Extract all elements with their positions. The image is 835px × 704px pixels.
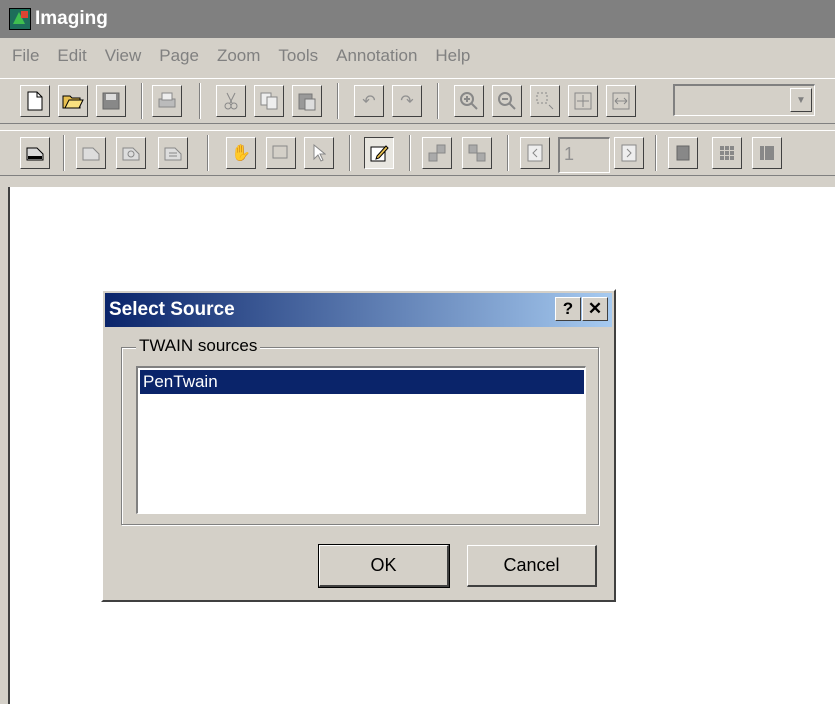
scan-icon [26, 147, 44, 161]
new-document-button[interactable] [20, 85, 50, 117]
zoom-to-selection-button[interactable] [530, 85, 560, 117]
undo-button[interactable]: ↶ [354, 85, 384, 117]
menu-view[interactable]: View [105, 46, 142, 66]
scan-new-button[interactable] [20, 137, 50, 169]
one-page-view-button[interactable] [668, 137, 698, 169]
rotate-left-icon [428, 144, 446, 162]
new-document-icon [27, 91, 43, 111]
menu-file[interactable]: File [12, 46, 39, 66]
fit-width-icon [612, 92, 630, 110]
chevron-down-icon[interactable]: ▼ [790, 88, 812, 112]
save-icon [102, 92, 120, 110]
paste-button[interactable] [292, 85, 322, 117]
open-button[interactable] [58, 85, 88, 117]
scan-append-button[interactable] [116, 137, 146, 169]
list-item[interactable]: PenTwain [140, 370, 584, 394]
menu-page[interactable]: Page [159, 46, 199, 66]
best-fit-icon [574, 92, 592, 110]
one-page-view-icon [676, 145, 690, 161]
scan-append-icon [122, 147, 140, 161]
pen-icon [370, 145, 389, 162]
toolbar-separator [507, 135, 509, 171]
app-title-bar: Imaging [0, 0, 835, 38]
previous-page-icon [527, 144, 543, 162]
dialog-title-bar: Select Source ? ✕ [105, 293, 612, 327]
toolbar-separator [409, 135, 411, 171]
window-title: Imaging [35, 8, 108, 29]
twain-sources-group: TWAIN sources PenTwain [121, 336, 599, 525]
print-icon [158, 92, 176, 108]
thumbnail-view-icon [720, 146, 734, 160]
select-rectangle-icon [272, 145, 288, 159]
thumbnail-view-button[interactable] [712, 137, 742, 169]
fit-width-button[interactable] [606, 85, 636, 117]
zoom-out-button[interactable] [492, 85, 522, 117]
menu-edit[interactable]: Edit [57, 46, 86, 66]
toolbar-separator [437, 83, 439, 119]
toolbar-separator [337, 83, 339, 119]
undo-icon: ↶ [362, 93, 376, 110]
toolbar-separator [199, 83, 201, 119]
hand-icon: ✋ [231, 145, 251, 162]
sources-listbox[interactable]: PenTwain [136, 366, 586, 514]
annotation-selection-button[interactable] [304, 137, 334, 169]
rotate-right-button[interactable] [462, 137, 492, 169]
redo-icon: ↷ [400, 93, 414, 110]
page-thumbnails-view-icon [760, 146, 774, 160]
help-button[interactable]: ? [555, 297, 581, 321]
cut-button[interactable] [216, 85, 246, 117]
imaging-toolbar: ✋ [0, 130, 835, 176]
drag-button[interactable]: ✋ [226, 137, 256, 169]
group-label: TWAIN sources [136, 336, 261, 356]
best-fit-button[interactable] [568, 85, 598, 117]
next-page-icon [621, 144, 637, 162]
menu-bar: File Edit View Page Zoom Tools Annotatio… [0, 38, 835, 74]
ok-button[interactable]: OK [318, 544, 450, 588]
paste-icon [298, 93, 316, 111]
zoom-out-icon [498, 92, 516, 110]
copy-button[interactable] [254, 85, 284, 117]
zoom-in-icon [460, 92, 478, 110]
select-source-dialog: Select Source ? ✕ TWAIN sources PenTwain… [101, 289, 616, 602]
cancel-button[interactable]: Cancel [467, 545, 597, 587]
menu-annotation[interactable]: Annotation [336, 46, 417, 66]
toolbar-separator [655, 135, 657, 171]
menu-zoom[interactable]: Zoom [217, 46, 260, 66]
page-and-thumbnails-view-button[interactable] [752, 137, 782, 169]
scan-replace-button[interactable] [158, 137, 188, 169]
zoom-combo[interactable]: ▼ [673, 84, 815, 116]
zoom-in-button[interactable] [454, 85, 484, 117]
toolbar-separator [349, 135, 351, 171]
toolbar-separator [141, 83, 143, 119]
close-button[interactable]: ✕ [582, 297, 608, 321]
annotation-toolbar-button[interactable] [364, 137, 394, 169]
toolbar-separator [63, 135, 65, 171]
toolbar-separator [207, 135, 209, 171]
previous-page-button[interactable] [520, 137, 550, 169]
print-button[interactable] [152, 85, 182, 117]
menu-tools[interactable]: Tools [278, 46, 318, 66]
open-folder-icon [62, 95, 84, 109]
redo-button[interactable]: ↷ [392, 85, 422, 117]
select-image-button[interactable] [266, 137, 296, 169]
menu-help[interactable]: Help [435, 46, 470, 66]
scan-insert-icon [82, 147, 100, 161]
rotate-right-icon [468, 144, 486, 162]
save-button[interactable] [96, 85, 126, 117]
copy-icon [260, 92, 278, 110]
scan-insert-button[interactable] [76, 137, 106, 169]
dialog-title: Select Source [109, 299, 235, 320]
cut-icon [224, 92, 238, 110]
pointer-icon [313, 144, 326, 162]
next-page-button[interactable] [614, 137, 644, 169]
page-number-field[interactable]: 1 [558, 137, 610, 173]
scan-replace-icon [164, 147, 182, 161]
app-icon [9, 8, 31, 30]
zoom-selection-icon [536, 92, 554, 110]
rotate-left-button[interactable] [422, 137, 452, 169]
